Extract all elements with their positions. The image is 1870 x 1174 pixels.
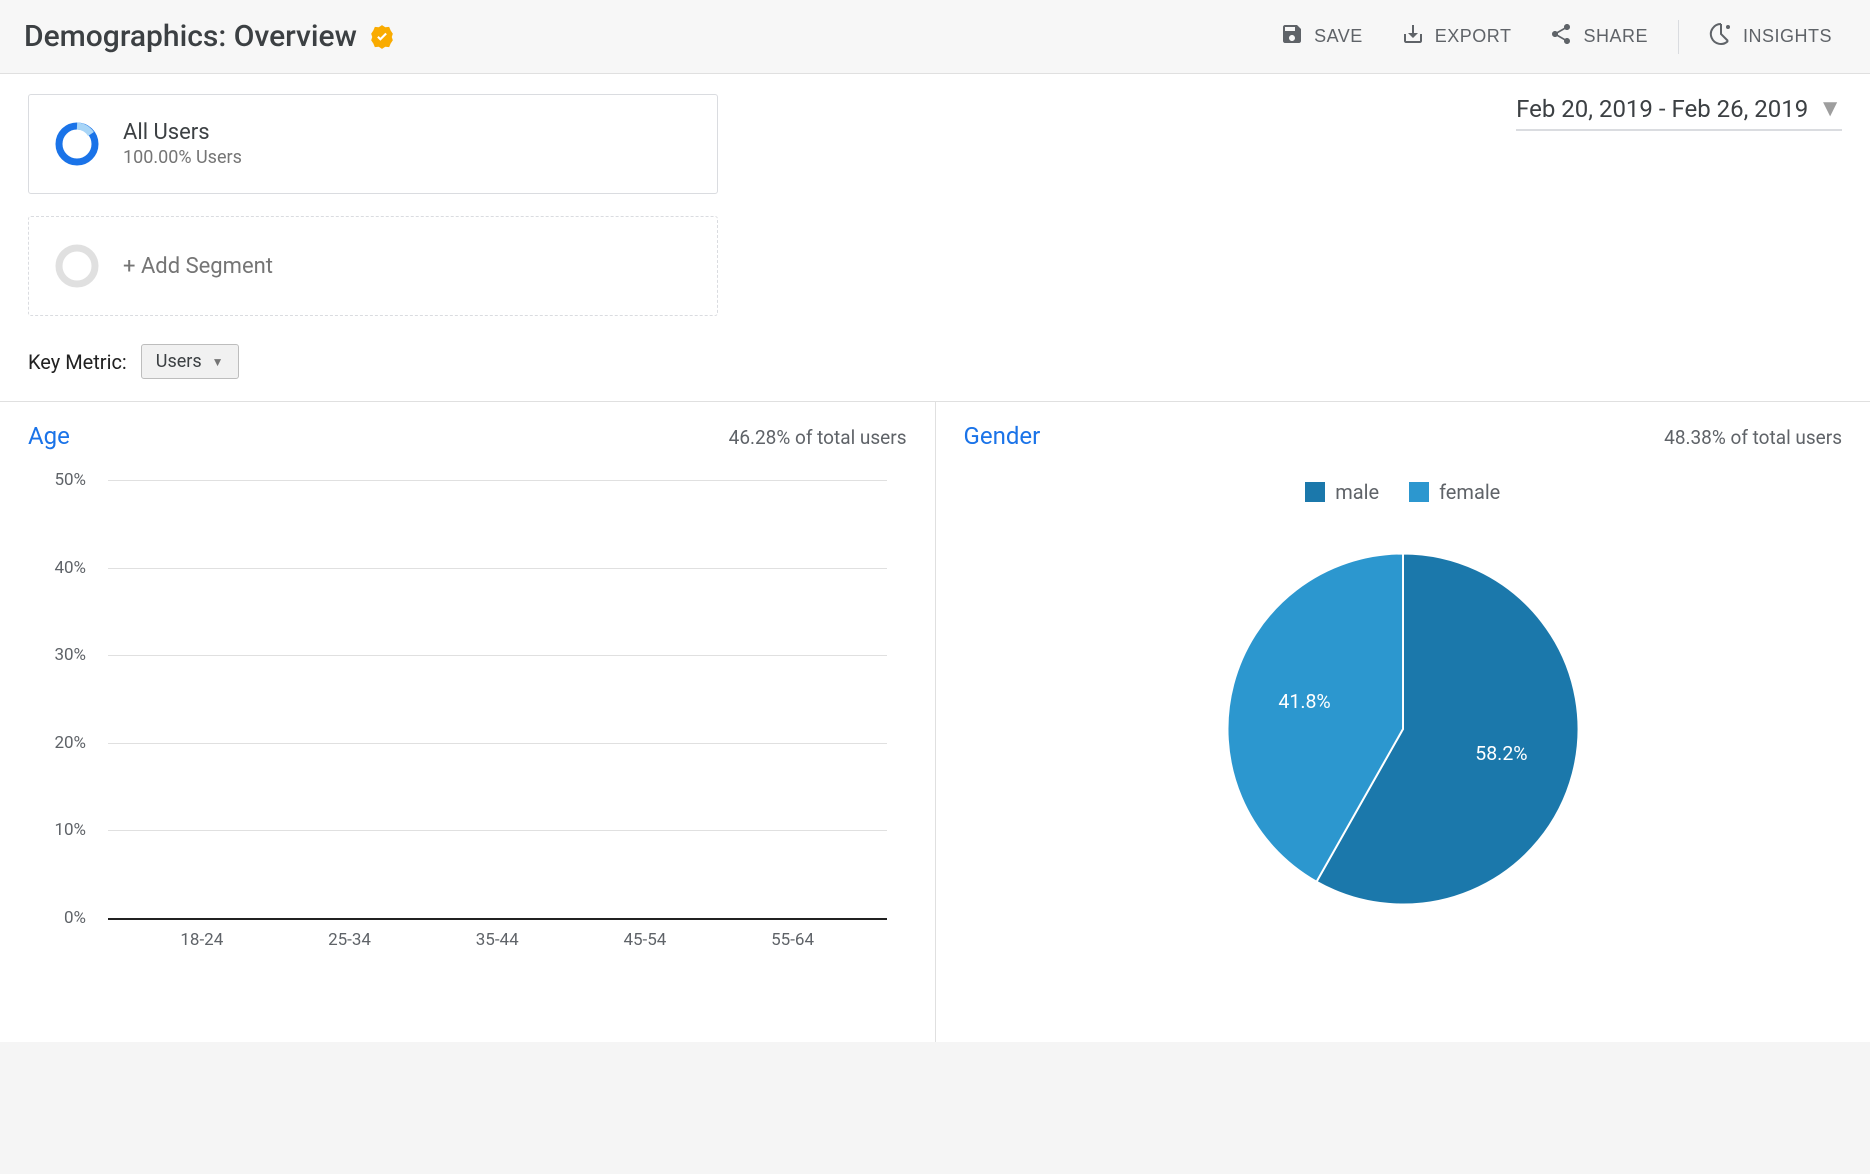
legend-swatch — [1305, 482, 1325, 502]
age-bar-chart: 0%10%20%30%40%50% 18-2425-3435-4445-5455… — [78, 480, 887, 960]
metric-select-value: Users — [156, 351, 202, 372]
x-tick: 25-34 — [290, 920, 410, 960]
y-tick: 10% — [54, 820, 86, 840]
verified-badge-icon — [369, 24, 395, 50]
gender-pie-chart: 58.2% 41.8% — [1208, 534, 1598, 924]
legend-label: female — [1439, 480, 1500, 504]
save-icon — [1280, 22, 1304, 51]
y-tick: 40% — [54, 558, 86, 578]
panel-age-subtitle: 46.28% of total users — [729, 426, 907, 449]
x-tick: 55-64 — [733, 920, 853, 960]
y-tick: 30% — [54, 645, 86, 665]
top-header: Demographics: Overview SAVE EXPORT — [0, 0, 1870, 74]
panel-gender-title: Gender — [964, 422, 1041, 450]
panel-age-title: Age — [28, 422, 70, 450]
add-segment-label: + Add Segment — [123, 254, 273, 279]
key-metric-label: Key Metric: — [28, 350, 127, 374]
y-tick: 20% — [54, 733, 86, 753]
pie-label-male: 58.2% — [1475, 742, 1527, 765]
save-button[interactable]: SAVE — [1266, 14, 1377, 59]
insights-button[interactable]: INSIGHTS — [1695, 14, 1846, 59]
panel-gender: Gender 48.38% of total users malefemale … — [936, 402, 1870, 1042]
toolbar-divider — [1678, 20, 1679, 54]
legend-item-male[interactable]: male — [1305, 480, 1379, 504]
share-icon — [1549, 22, 1573, 51]
x-tick: 45-54 — [585, 920, 705, 960]
segment-all-users[interactable]: All Users 100.00% Users — [28, 94, 718, 194]
pie-label-female: 41.8% — [1278, 690, 1330, 713]
chevron-down-icon: ▼ — [1818, 94, 1842, 123]
panel-age: Age 46.28% of total users 0% 10% 20% 30% 40%… — [0, 402, 936, 1042]
export-icon — [1401, 22, 1425, 51]
gender-legend: male female — [1305, 480, 1500, 504]
save-label: SAVE — [1314, 26, 1363, 47]
y-tick: 50% — [54, 470, 86, 490]
export-label: EXPORT — [1435, 26, 1512, 47]
export-button[interactable]: EXPORT — [1387, 14, 1526, 59]
segment-subtitle: 100.00% Users — [123, 147, 242, 168]
legend-swatch — [1409, 482, 1429, 502]
date-range-text: Feb 20, 2019 - Feb 26, 2019 — [1516, 95, 1808, 123]
legend-label: male — [1335, 480, 1379, 504]
legend-item-female[interactable]: female — [1409, 480, 1500, 504]
segment-title: All Users — [123, 120, 242, 145]
share-label: SHARE — [1583, 26, 1648, 47]
metric-select[interactable]: Users ▼ — [141, 344, 239, 379]
donut-placeholder-icon — [53, 242, 101, 290]
x-tick: 35-44 — [437, 920, 557, 960]
page-title: Demographics: Overview — [24, 19, 357, 54]
insights-label: INSIGHTS — [1743, 26, 1832, 47]
add-segment-button[interactable]: + Add Segment — [28, 216, 718, 316]
x-tick: 18-24 — [142, 920, 262, 960]
donut-icon — [53, 120, 101, 168]
chevron-down-icon: ▼ — [212, 355, 224, 369]
y-tick: 0% — [64, 908, 86, 928]
panel-gender-subtitle: 48.38% of total users — [1664, 426, 1842, 449]
date-range-picker[interactable]: Feb 20, 2019 - Feb 26, 2019 ▼ — [1516, 94, 1842, 131]
share-button[interactable]: SHARE — [1535, 14, 1662, 59]
toolbar: SAVE EXPORT SHARE INSIGHTS — [1266, 14, 1846, 59]
insights-icon — [1709, 22, 1733, 51]
